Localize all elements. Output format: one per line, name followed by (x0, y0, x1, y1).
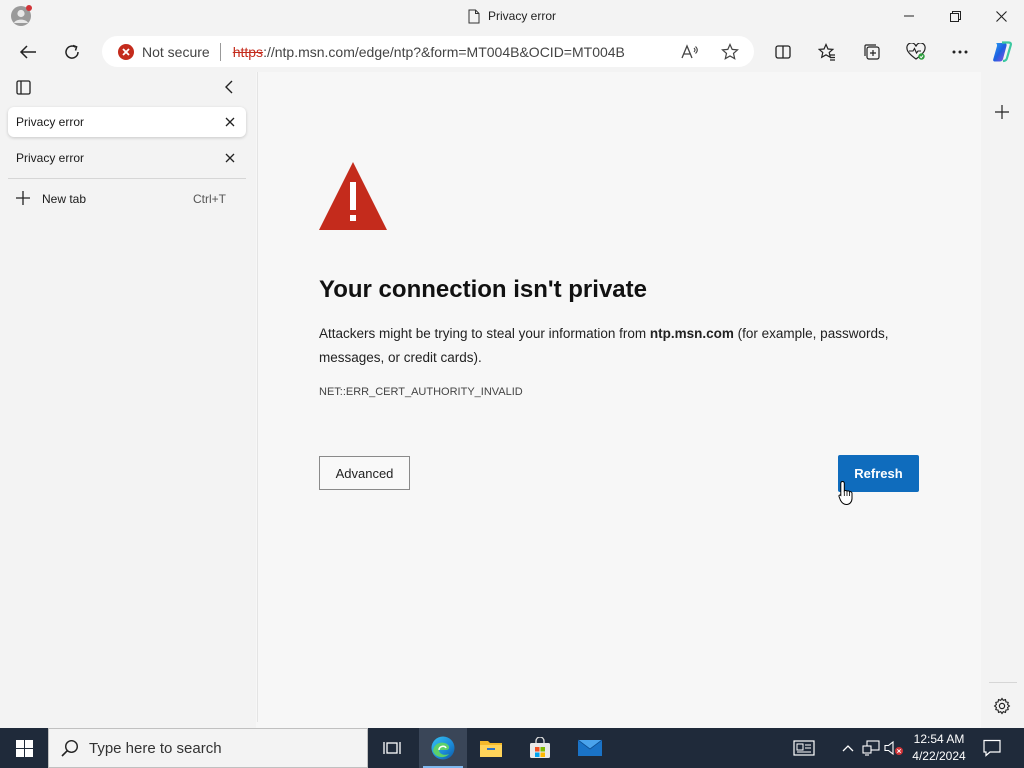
refresh-button[interactable] (56, 36, 88, 68)
new-tab-button[interactable]: New tab Ctrl+T (8, 185, 246, 213)
store-bag-icon (530, 737, 550, 758)
back-arrow-icon (19, 45, 36, 59)
split-screen-button[interactable] (767, 36, 799, 68)
edge-browser-icon (431, 736, 455, 760)
warning-triangle-icon (318, 160, 388, 237)
error-code: NET::ERR_CERT_AUTHORITY_INVALID (319, 386, 523, 398)
back-button[interactable] (12, 36, 44, 68)
favorites-icon (818, 43, 835, 61)
favorites-button[interactable] (811, 36, 843, 68)
rail-divider (989, 682, 1017, 683)
search-placeholder: Type here to search (89, 739, 222, 757)
hand-cursor-icon (838, 480, 854, 511)
tab-label: Privacy error (16, 115, 85, 129)
minimize-button[interactable] (886, 0, 932, 32)
taskbar-file-explorer[interactable] (467, 728, 515, 768)
address-bar[interactable]: Not secure https://ntp.msn.com/edge/ntp?… (102, 36, 754, 67)
clock-time: 12:54 AM (913, 732, 965, 746)
network-icon[interactable] (861, 738, 881, 758)
collections-button[interactable] (856, 36, 888, 68)
desc-before: Attackers might be trying to steal your … (319, 326, 650, 341)
desc-host: ntp.msn.com (649, 326, 734, 341)
volume-muted-icon[interactable] (884, 738, 904, 758)
restore-icon (949, 10, 961, 22)
plus-icon (16, 191, 32, 207)
taskbar-search-box[interactable]: Type here to search (48, 728, 368, 768)
sidebar-settings-gear-icon[interactable] (992, 696, 1012, 716)
error-heading: Your connection isn't private (319, 276, 647, 303)
copilot-button[interactable] (986, 36, 1018, 68)
copilot-icon (993, 41, 1012, 63)
tab-privacy-error-2[interactable]: Privacy error (8, 143, 246, 173)
search-icon (61, 739, 79, 757)
sidebar-rail (981, 72, 1024, 728)
split-screen-icon (775, 45, 791, 59)
windows-logo-icon (15, 739, 33, 757)
show-hidden-icons-chevron-icon[interactable] (838, 738, 858, 758)
taskbar-microsoft-store[interactable] (516, 728, 564, 768)
windows-taskbar: Type here to search 12:54 AM 4/22/2024 (0, 728, 1024, 768)
mail-envelope-icon (577, 739, 603, 756)
news-widget-icon[interactable] (792, 738, 816, 758)
favorite-star-icon[interactable] (720, 42, 740, 62)
window-title-text: Privacy error (487, 9, 556, 23)
refresh-icon (65, 44, 79, 59)
collections-icon (864, 44, 880, 60)
notifications-icon[interactable] (982, 738, 1002, 758)
taskbar-edge-app[interactable] (419, 728, 467, 768)
system-clock[interactable]: 12:54 AM 4/22/2024 (906, 731, 972, 765)
settings-more-button[interactable] (944, 36, 976, 68)
close-tab-icon[interactable] (222, 114, 238, 130)
tab-privacy-error-1[interactable]: Privacy error (8, 107, 246, 137)
new-tab-label: New tab (42, 192, 87, 206)
browser-toolbar: Not secure https://ntp.msn.com/edge/ntp?… (0, 32, 1024, 72)
task-view-icon (383, 742, 401, 754)
close-window-button[interactable] (978, 0, 1024, 32)
tab-actions-icon[interactable] (16, 80, 32, 96)
add-sidebar-app-icon[interactable] (992, 102, 1012, 122)
taskbar-mail[interactable] (566, 728, 614, 768)
close-icon (995, 10, 1007, 22)
advanced-button[interactable]: Advanced (319, 456, 410, 490)
heart-pulse-icon (906, 43, 926, 60)
folder-icon (480, 741, 502, 757)
page-icon (468, 9, 480, 24)
minimize-icon (904, 15, 914, 17)
window-title: Privacy error (0, 0, 1024, 32)
url-text[interactable]: https://ntp.msn.com/edge/ntp?&form=MT004… (233, 44, 625, 60)
url-protocol: https (232, 43, 264, 60)
security-label[interactable]: Not secure (142, 44, 210, 60)
restore-button[interactable] (932, 0, 978, 32)
start-button[interactable] (0, 728, 48, 768)
clock-date: 4/22/2024 (912, 749, 966, 763)
title-bar: Privacy error (0, 0, 1024, 32)
close-tab-icon[interactable] (222, 150, 238, 166)
browser-essentials-button[interactable] (900, 36, 932, 68)
vertical-tabs-panel: Privacy error Privacy error New tab Ctrl… (0, 72, 256, 728)
collapse-panel-icon[interactable] (222, 80, 238, 96)
error-description: Attackers might be trying to steal your … (319, 322, 929, 370)
more-dots-icon (952, 50, 968, 54)
new-tab-shortcut: Ctrl+T (193, 192, 226, 206)
read-aloud-icon[interactable] (680, 42, 700, 62)
sidebar-divider (8, 178, 246, 179)
url-rest: ://ntp.msn.com/edge/ntp?&form=MT004B&OCI… (263, 43, 625, 60)
tab-label: Privacy error (16, 151, 85, 165)
task-view-button[interactable] (368, 728, 416, 768)
not-secure-icon[interactable] (118, 43, 134, 60)
address-divider (219, 42, 221, 61)
